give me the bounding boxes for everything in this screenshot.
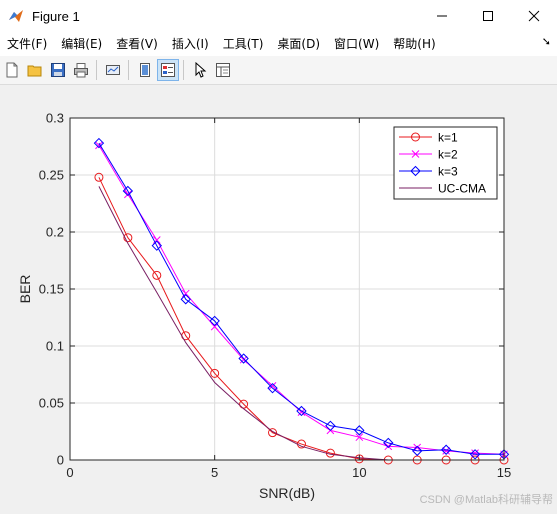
y-axis-label: BER: [17, 275, 33, 304]
y-tick-label: 0.25: [39, 168, 64, 183]
y-tick-label: 0.2: [46, 225, 64, 240]
x-tick-label: 5: [211, 465, 218, 480]
y-tick-label: 0: [57, 453, 64, 468]
y-tick-label: 0.15: [39, 282, 64, 297]
new-figure-button[interactable]: [1, 59, 23, 81]
y-tick-label: 0.3: [46, 111, 64, 126]
toolbar-separator: [96, 60, 97, 80]
open-file-button[interactable]: [24, 59, 46, 81]
menu-help[interactable]: 帮助(H): [386, 32, 442, 56]
save-icon: [51, 63, 65, 77]
legend-label: UC-CMA: [438, 182, 486, 196]
x-tick-label: 10: [352, 465, 366, 480]
new-figure-icon: [6, 62, 18, 78]
matlab-app-icon: [9, 10, 23, 22]
x-tick-label: 0: [66, 465, 73, 480]
menu-edit[interactable]: 编辑(E): [54, 32, 109, 56]
legend-label: k=3: [438, 165, 458, 179]
window-controls: [419, 0, 557, 32]
close-button[interactable]: [511, 0, 557, 32]
print-button[interactable]: [70, 59, 92, 81]
toolbar-separator: [183, 60, 184, 80]
y-tick-label: 0.05: [39, 396, 64, 411]
maximize-button[interactable]: [465, 0, 511, 32]
menu-desktop[interactable]: 桌面(D): [270, 32, 327, 56]
property-inspector-button[interactable]: [212, 59, 234, 81]
window-title: Figure 1: [32, 8, 80, 24]
legend-label: k=2: [438, 148, 458, 162]
ber-chart: 0 5 10 15 0 0.05 0.1 0.15 0.2 0.25 0.3 SNR(dB) BER k=…: [17, 111, 553, 507]
link-plot-icon: [106, 65, 120, 75]
edit-plot-icon: [195, 62, 207, 78]
menu-view[interactable]: 查看(V): [109, 32, 165, 56]
figure-toolbar: [0, 56, 557, 85]
close-icon: [528, 10, 540, 22]
watermark-text: CSDN @Matlab科研辅导帮: [420, 492, 553, 506]
property-inspector-icon: [216, 63, 230, 77]
show-plot-tools-button[interactable]: [157, 59, 179, 81]
menu-window[interactable]: 窗口(W): [327, 32, 386, 56]
save-button[interactable]: [47, 59, 69, 81]
maximize-icon: [483, 11, 493, 21]
hide-plot-tools-icon: [140, 63, 150, 77]
menu-insert[interactable]: 插入(I): [165, 32, 216, 56]
print-icon: [74, 63, 88, 78]
show-plot-tools-icon: [161, 63, 175, 77]
menu-file[interactable]: 文件(F): [0, 32, 54, 56]
legend-label: k=1: [438, 131, 458, 145]
dock-arrow-icon[interactable]: ➘: [542, 35, 551, 48]
minimize-button[interactable]: [419, 0, 465, 32]
x-axis-label: SNR(dB): [259, 485, 315, 501]
minimize-icon: [437, 15, 447, 17]
open-file-icon: [27, 65, 42, 77]
x-tick-label: 15: [497, 465, 511, 480]
toolbar-separator: [128, 60, 129, 80]
y-tick-label: 0.1: [46, 339, 64, 354]
title-bar: Figure 1: [0, 0, 557, 32]
menu-bar: 文件(F) 编辑(E) 查看(V) 插入(I) 工具(T) 桌面(D) 窗口(W…: [0, 32, 557, 56]
hide-plot-tools-button[interactable]: [134, 59, 156, 81]
edit-plot-button[interactable]: [189, 59, 211, 81]
menu-tools[interactable]: 工具(T): [216, 32, 271, 56]
link-plot-button[interactable]: [102, 59, 124, 81]
figure-canvas: 0 5 10 15 0 0.05 0.1 0.15 0.2 0.25 0.3 SNR(dB) BER k=…: [0, 85, 557, 509]
